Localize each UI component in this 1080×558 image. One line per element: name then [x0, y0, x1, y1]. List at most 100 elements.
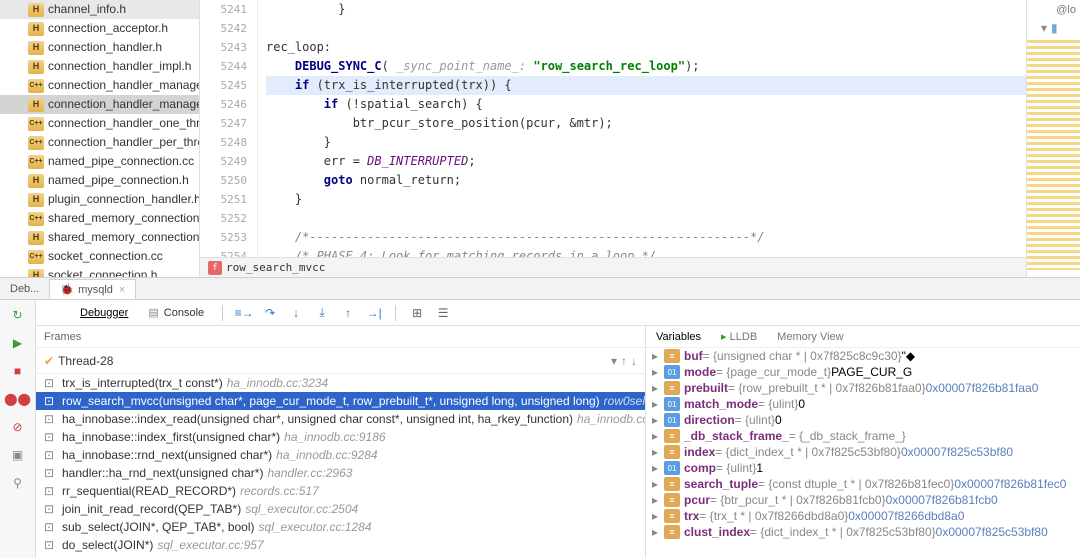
file-item[interactable]: Hsocket_connection.h — [0, 266, 199, 277]
tab-memory[interactable]: Memory View — [767, 328, 853, 346]
file-item[interactable]: connection_handler_one_thread.cc — [0, 114, 199, 133]
stack-frame[interactable]: ⊡handler::ha_rnd_next(unsigned char*)han… — [36, 464, 645, 482]
file-tree[interactable]: Hchannel_info.hHconnection_acceptor.hHco… — [0, 0, 200, 277]
step-out-icon[interactable]: ↑ — [337, 302, 359, 324]
tab-lldb[interactable]: ▸ LLDB — [711, 327, 767, 346]
line-number[interactable]: 5249 — [200, 152, 247, 171]
evaluate-icon[interactable]: ⊞ — [406, 302, 428, 324]
stack-frame[interactable]: ⊡row_search_mvcc(unsigned char*, page_cu… — [36, 392, 645, 410]
line-number[interactable]: 5247 — [200, 114, 247, 133]
code-line[interactable]: DEBUG_SYNC_C( _sync_point_name_: "row_se… — [266, 57, 1026, 76]
stack-frame[interactable]: ⊡do_select(JOIN*)sql_executor.cc:957 — [36, 536, 645, 554]
file-item[interactable]: Hconnection_handler_impl.h — [0, 57, 199, 76]
line-number[interactable]: 5241 — [200, 0, 247, 19]
file-item[interactable]: connection_handler_manager.cc — [0, 76, 199, 95]
expand-icon[interactable]: ▸ — [652, 365, 664, 379]
line-number[interactable]: 5246 — [200, 95, 247, 114]
resume-icon[interactable]: ▶ — [7, 332, 29, 354]
line-number[interactable]: 5252 — [200, 209, 247, 228]
code-line[interactable]: if (trx_is_interrupted(trx)) { — [266, 76, 1026, 95]
stack-frame[interactable]: ⊡rr_sequential(READ_RECORD*)records.cc:5… — [36, 482, 645, 500]
code-line[interactable]: goto normal_return; — [266, 171, 1026, 190]
code-line[interactable]: } — [266, 133, 1026, 152]
code-line[interactable]: } — [266, 0, 1026, 19]
code-line[interactable]: rec_loop: — [266, 38, 1026, 57]
variable-row[interactable]: ▸≡prebuilt = {row_prebuilt_t * | 0x7f826… — [646, 380, 1080, 396]
stack-frame[interactable]: ⊡JOIN::exec()sql_executor.cc:206 — [36, 554, 645, 558]
stack-frame[interactable]: ⊡ha_innobase::index_first(unsigned char*… — [36, 428, 645, 446]
file-item[interactable]: Hconnection_acceptor.h — [0, 19, 199, 38]
stack-frame[interactable]: ⊡ha_innobase::rnd_next(unsigned char*)ha… — [36, 446, 645, 464]
variable-row[interactable]: ▸≡search_tuple = {const dtuple_t * | 0x7… — [646, 476, 1080, 492]
line-number[interactable]: 5251 — [200, 190, 247, 209]
code-line[interactable] — [266, 19, 1026, 38]
stack-frame[interactable]: ⊡sub_select(JOIN*, QEP_TAB*, bool)sql_ex… — [36, 518, 645, 536]
editor-minimap[interactable]: @lo ▾ ▮ — [1026, 0, 1080, 277]
line-number[interactable]: 5250 — [200, 171, 247, 190]
expand-icon[interactable]: ▸ — [652, 509, 664, 523]
file-item[interactable]: Hchannel_info.h — [0, 0, 199, 19]
chevron-down-icon[interactable]: ▾ — [1041, 21, 1047, 35]
code-line[interactable]: } — [266, 190, 1026, 209]
prev-frame-icon[interactable]: ↑ — [621, 354, 627, 368]
line-number[interactable]: 5243 — [200, 38, 247, 57]
view-breakpoints-icon[interactable]: ⬤⬤ — [7, 388, 29, 410]
breadcrumb[interactable]: f row_search_mvcc — [200, 257, 1026, 277]
variable-row[interactable]: ▸01comp = {ulint} 1 — [646, 460, 1080, 476]
expand-icon[interactable]: ▸ — [652, 397, 664, 411]
variable-row[interactable]: ▸≡pcur = {btr_pcur_t * | 0x7f826b81fcb0}… — [646, 492, 1080, 508]
variable-row[interactable]: ▸≡index = {dict_index_t * | 0x7f825c53bf… — [646, 444, 1080, 460]
expand-icon[interactable]: ▸ — [652, 461, 664, 475]
file-item[interactable]: Hplugin_connection_handler.h — [0, 190, 199, 209]
force-step-into-icon[interactable]: ⤓ — [311, 302, 333, 324]
tab-variables[interactable]: Variables — [646, 328, 711, 346]
expand-icon[interactable]: ▸ — [652, 477, 664, 491]
step-over-icon[interactable]: ↷ — [259, 302, 281, 324]
variable-row[interactable]: ▸≡clust_index = {dict_index_t * | 0x7f82… — [646, 524, 1080, 540]
expand-icon[interactable]: ▸ — [652, 493, 664, 507]
code-line[interactable] — [266, 209, 1026, 228]
step-into-icon[interactable]: ↓ — [285, 302, 307, 324]
rerun-icon[interactable]: ↻ — [7, 304, 29, 326]
line-number[interactable]: 5253 — [200, 228, 247, 247]
variable-row[interactable]: ▸01direction = {ulint} 0 — [646, 412, 1080, 428]
expand-icon[interactable]: ▸ — [652, 381, 664, 395]
thread-selector[interactable]: ✔ Thread-28 ▾ ↑ ↓ — [36, 348, 645, 374]
file-item[interactable]: named_pipe_connection.cc — [0, 152, 199, 171]
variable-row[interactable]: ▸≡trx = {trx_t * | 0x7f8266dbd8a0} 0x000… — [646, 508, 1080, 524]
file-item[interactable]: Hnamed_pipe_connection.h — [0, 171, 199, 190]
line-number[interactable]: 5245 — [200, 76, 247, 95]
stack-frame[interactable]: ⊡join_init_read_record(QEP_TAB*)sql_exec… — [36, 500, 645, 518]
code-editor[interactable]: 5241524252435244524552465247524852495250… — [200, 0, 1026, 277]
expand-icon[interactable]: ▸ — [652, 525, 664, 539]
variable-row[interactable]: ▸01match_mode = {ulint} 0 — [646, 396, 1080, 412]
close-icon[interactable]: × — [119, 284, 125, 296]
expand-icon[interactable]: ▸ — [652, 349, 664, 363]
expand-icon[interactable]: ▸ — [652, 413, 664, 427]
line-number[interactable]: 5248 — [200, 133, 247, 152]
dropdown-icon[interactable]: ▾ — [611, 354, 617, 368]
stack-frame[interactable]: ⊡ha_innobase::index_read(unsigned char*,… — [36, 410, 645, 428]
tab-debugger[interactable]: Debugger — [72, 304, 136, 322]
expand-icon[interactable]: ▸ — [652, 445, 664, 459]
debug-session-tab[interactable]: Deb... — [0, 280, 49, 298]
expand-icon[interactable]: ▸ — [652, 429, 664, 443]
file-item[interactable]: Hconnection_handler.h — [0, 38, 199, 57]
variable-row[interactable]: ▸≡_db_stack_frame_ = {_db_stack_frame_} — [646, 428, 1080, 444]
next-frame-icon[interactable]: ↓ — [631, 354, 637, 368]
file-item[interactable]: connection_handler_per_thread.cc — [0, 133, 199, 152]
code-line[interactable]: err = DB_INTERRUPTED; — [266, 152, 1026, 171]
pin-icon[interactable]: ⚲ — [7, 472, 29, 494]
file-item[interactable]: socket_connection.cc — [0, 247, 199, 266]
line-number[interactable]: 5244 — [200, 57, 247, 76]
debug-session-tab[interactable]: 🐞mysqld× — [49, 279, 136, 299]
code-line[interactable]: btr_pcur_store_position(pcur, &mtr); — [266, 114, 1026, 133]
file-item[interactable]: shared_memory_connection.cc — [0, 209, 199, 228]
stack-frame[interactable]: ⊡trx_is_interrupted(trx_t const*)ha_inno… — [36, 374, 645, 392]
more-icon[interactable]: ☰ — [432, 302, 454, 324]
file-item[interactable]: Hshared_memory_connection.h — [0, 228, 199, 247]
variable-row[interactable]: ▸≡buf = {unsigned char * | 0x7f825c8c9c3… — [646, 348, 1080, 364]
show-execution-icon[interactable]: ≡→ — [233, 302, 255, 324]
file-item[interactable]: Hconnection_handler_manager.h — [0, 95, 199, 114]
code-line[interactable]: /*--------------------------------------… — [266, 228, 1026, 247]
